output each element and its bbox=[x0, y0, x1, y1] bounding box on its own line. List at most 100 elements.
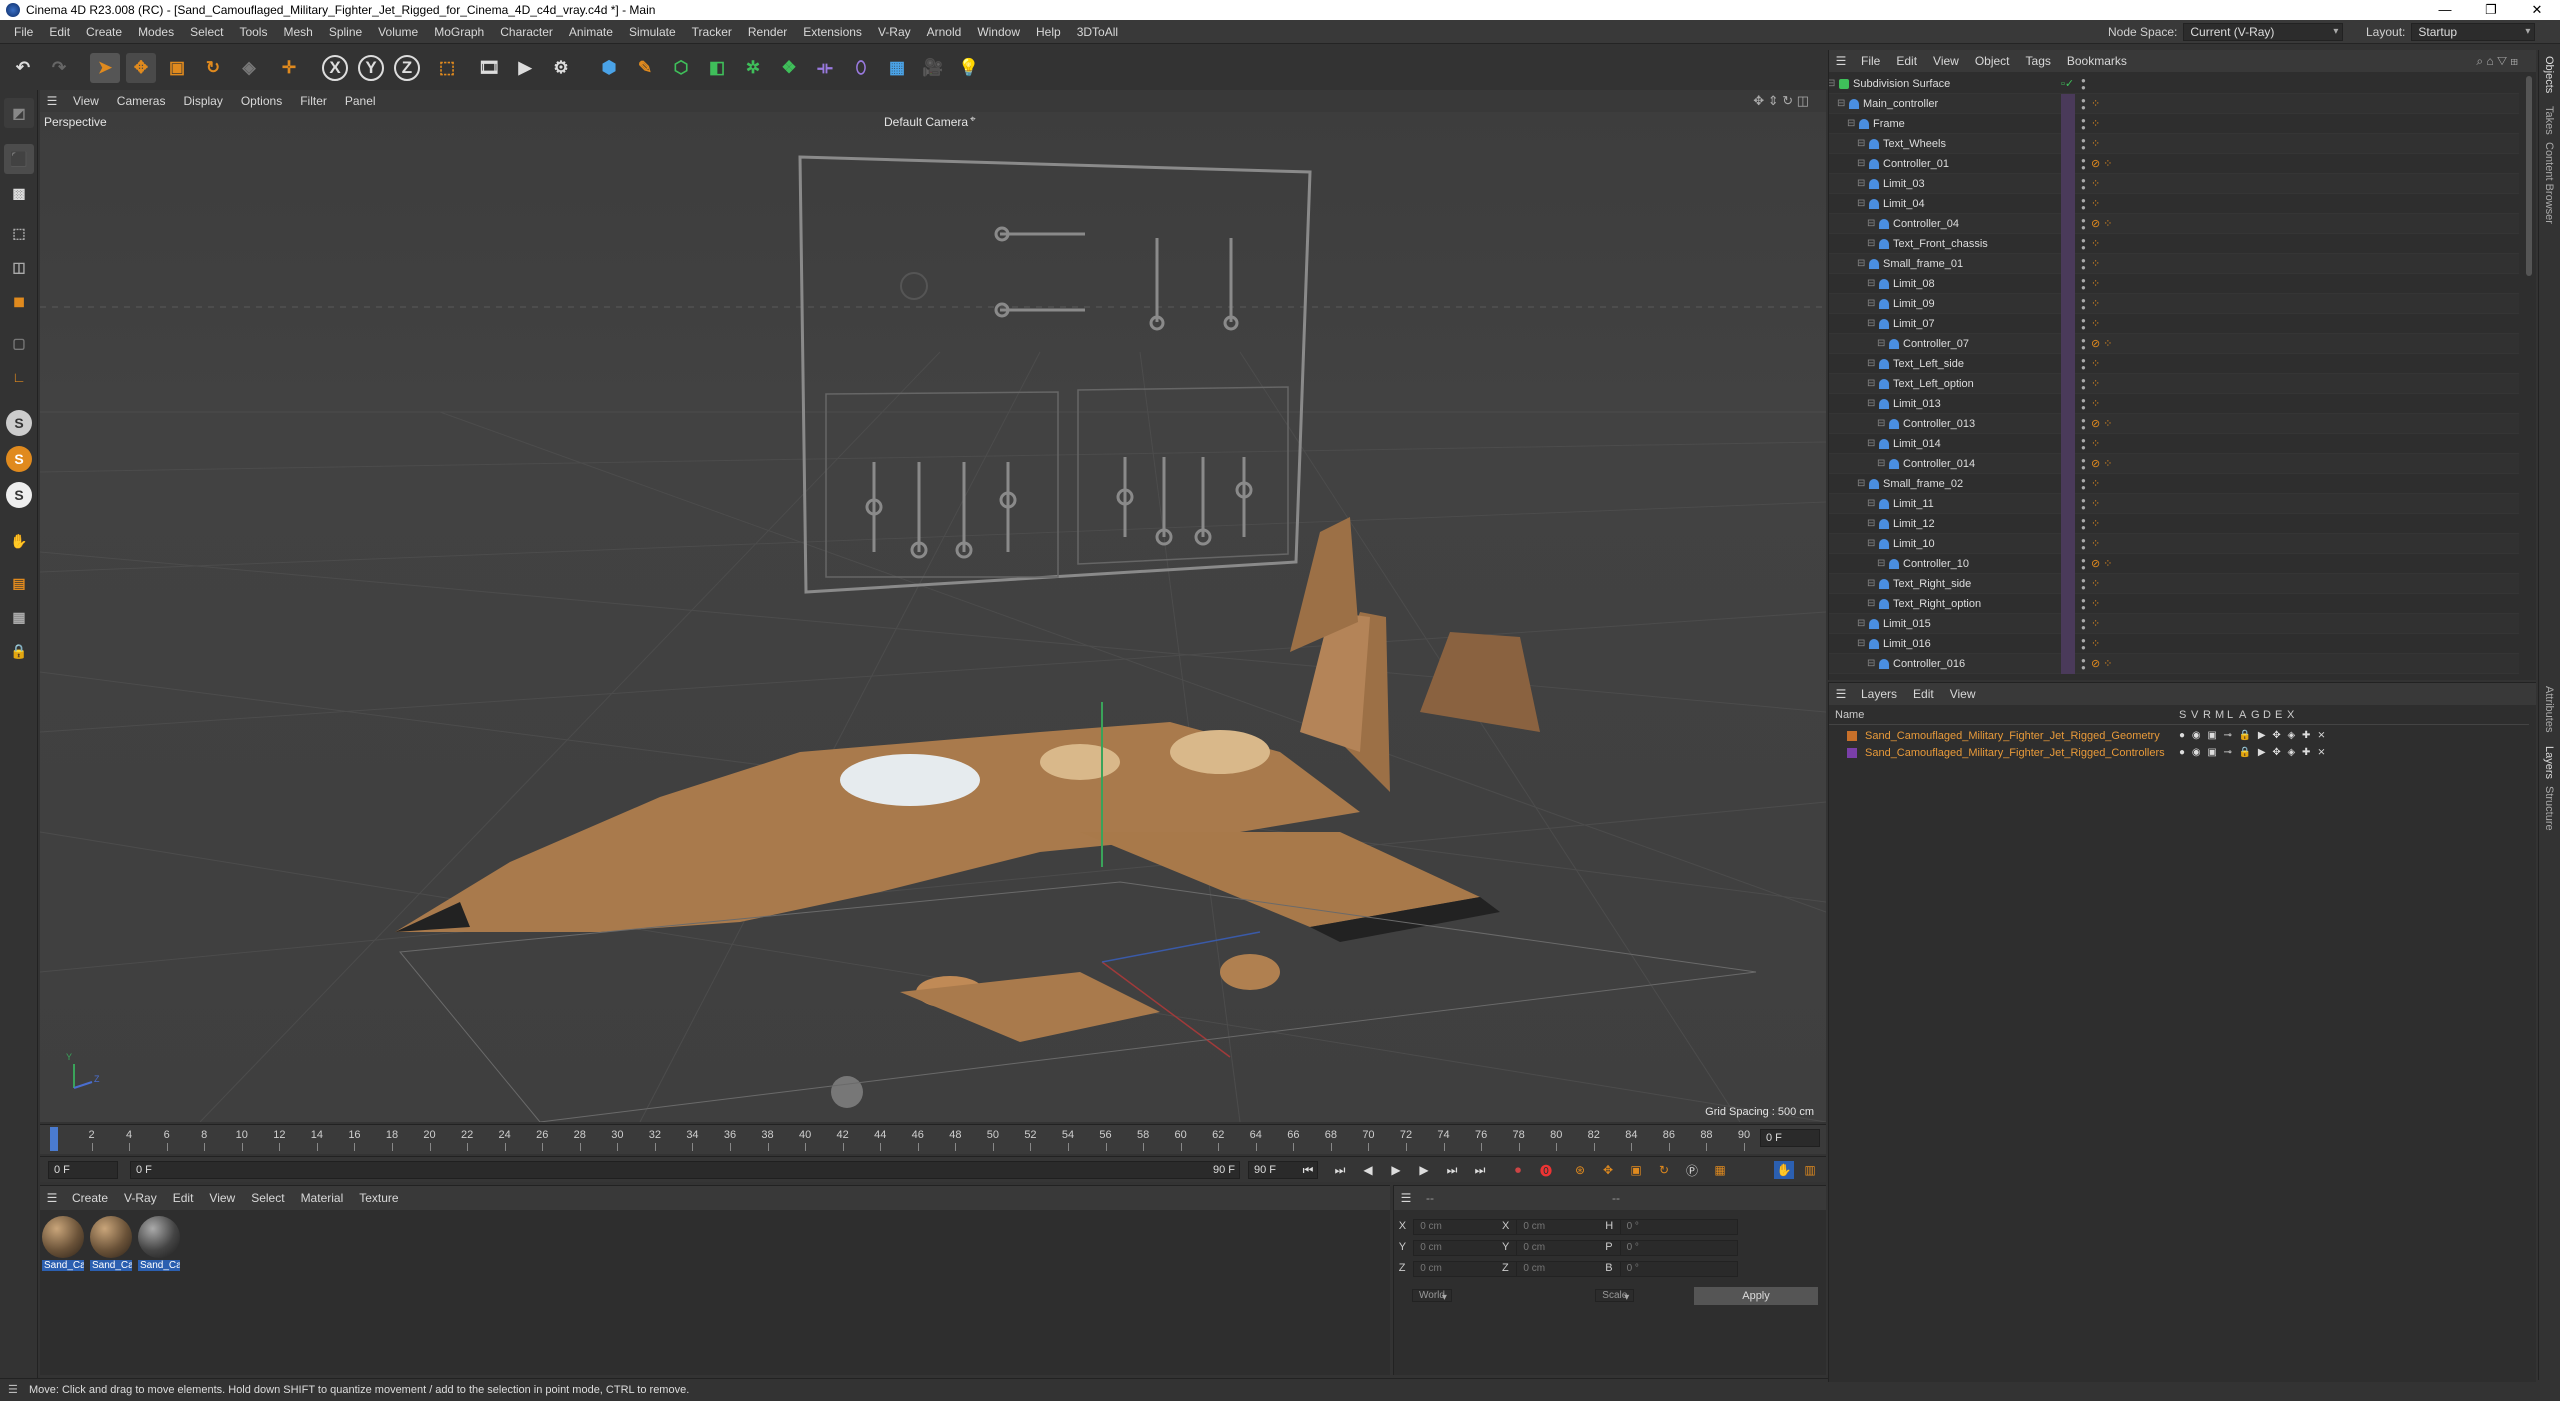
layer-header-col[interactable]: R bbox=[2203, 709, 2211, 721]
menu-v-ray[interactable]: V-Ray bbox=[870, 25, 919, 39]
layer-color-swatch[interactable] bbox=[2061, 154, 2075, 174]
object-name[interactable]: Text_Left_option bbox=[1893, 374, 1974, 394]
position-key-icon[interactable]: ✥ bbox=[1598, 1161, 1618, 1179]
object-row[interactable]: ⊟ Text_Right_option ● ● ⁘ bbox=[1829, 594, 2519, 614]
deformer-icon[interactable]: ⟛ bbox=[810, 53, 840, 83]
layer-name[interactable]: Sand_Camouflaged_Military_Fighter_Jet_Ri… bbox=[1865, 744, 2165, 762]
layer-color-swatch[interactable] bbox=[2061, 414, 2075, 434]
mat-menu-select[interactable]: Select bbox=[243, 1191, 292, 1205]
layer-color-swatch[interactable] bbox=[2061, 294, 2075, 314]
expand-toggle-icon[interactable]: ⊟ bbox=[1877, 334, 1885, 354]
layer-color-swatch[interactable] bbox=[2061, 314, 2075, 334]
layer-header-col[interactable]: A bbox=[2239, 709, 2246, 721]
timeline-settings-icon[interactable]: ▥ bbox=[1800, 1161, 1820, 1179]
snap-icon[interactable]: S bbox=[6, 410, 32, 436]
play-icon[interactable]: ▶ bbox=[1386, 1161, 1406, 1179]
layer-header-col[interactable]: S bbox=[2179, 709, 2186, 721]
expand-toggle-icon[interactable]: ⊟ bbox=[1857, 174, 1865, 194]
menu-select[interactable]: Select bbox=[182, 25, 231, 39]
visibility-dots-icon[interactable]: ● ● bbox=[2081, 657, 2086, 672]
object-name[interactable]: Text_Wheels bbox=[1883, 134, 1946, 154]
floor-icon[interactable]: ▦ bbox=[882, 53, 912, 83]
obj-search-icons[interactable]: ⌕ ⌂ ▽ ⊞ bbox=[2468, 54, 2526, 69]
ik-tag-icon[interactable]: ⁘ bbox=[2091, 174, 2100, 194]
next-key-icon[interactable]: ⏭ bbox=[1442, 1161, 1462, 1179]
menu-render[interactable]: Render bbox=[740, 25, 795, 39]
material-swatch[interactable]: Sand_Ca bbox=[42, 1216, 86, 1272]
expand-toggle-icon[interactable]: ⊟ bbox=[1877, 454, 1885, 474]
parameter-key-icon[interactable]: Ⓟ bbox=[1682, 1161, 1702, 1179]
keyframe-selection-icon[interactable]: ⊛ bbox=[1570, 1161, 1590, 1179]
layout-dropdown[interactable]: Startup bbox=[2411, 23, 2536, 41]
ik-tag-icon[interactable]: ⁘ bbox=[2091, 494, 2100, 514]
close-button[interactable]: ✕ bbox=[2514, 0, 2560, 20]
layer-color-swatch[interactable] bbox=[2061, 474, 2075, 494]
object-name[interactable]: Limit_013 bbox=[1893, 394, 1941, 414]
texture-mode-icon[interactable]: ▩ bbox=[4, 178, 34, 208]
visibility-dots-icon[interactable]: ● ● bbox=[2081, 357, 2086, 372]
object-name[interactable]: Limit_12 bbox=[1893, 514, 1935, 534]
tab-content-browser[interactable]: Content Browser bbox=[2543, 142, 2555, 224]
visibility-dots-icon[interactable]: ● ● bbox=[2081, 617, 2086, 632]
visibility-dots-icon[interactable]: ● ● bbox=[2081, 117, 2086, 132]
object-name[interactable]: Main_controller bbox=[1863, 94, 1938, 114]
object-name[interactable]: Text_Right_option bbox=[1893, 594, 1981, 614]
visibility-dots-icon[interactable]: ● ● bbox=[2081, 537, 2086, 552]
expand-toggle-icon[interactable]: ⊟ bbox=[1867, 654, 1875, 674]
layer-color-swatch[interactable] bbox=[1847, 731, 1857, 741]
layer-color-swatch[interactable] bbox=[2061, 114, 2075, 134]
layer-color-swatch[interactable] bbox=[2061, 134, 2075, 154]
vp-menu-filter[interactable]: Filter bbox=[291, 94, 336, 108]
layer-header-col[interactable]: E bbox=[2275, 709, 2282, 721]
visibility-dots-icon[interactable]: ● ● bbox=[2081, 497, 2086, 512]
object-row[interactable]: ⊟ Limit_014 ● ● ⁘ bbox=[1829, 434, 2519, 454]
ik-tag-icon[interactable]: ⁘ bbox=[2091, 394, 2100, 414]
viewport-hamburger-icon[interactable]: ☰ bbox=[40, 94, 64, 108]
coord-value-field[interactable]: 0 cm bbox=[1413, 1219, 1532, 1235]
ik-tag-icon[interactable]: ⁘ bbox=[2091, 354, 2100, 374]
ik-tag-icon[interactable]: ⁘ bbox=[2091, 94, 2100, 114]
object-row[interactable]: ⊟ Limit_03 ● ● ⁘ bbox=[1829, 174, 2519, 194]
render-settings-icon[interactable]: ⚙ bbox=[546, 53, 576, 83]
visibility-dots-icon[interactable]: ● ● bbox=[2081, 577, 2086, 592]
object-row[interactable]: ⊟ Controller_01 ● ● ⊘ ⁘ bbox=[1829, 154, 2519, 174]
visibility-dots-icon[interactable]: ● ● bbox=[2081, 457, 2086, 472]
playhead[interactable] bbox=[50, 1127, 58, 1151]
layer-color-swatch[interactable] bbox=[2061, 514, 2075, 534]
menu-tools[interactable]: Tools bbox=[231, 25, 275, 39]
vp-menu-cameras[interactable]: Cameras bbox=[108, 94, 175, 108]
object-row[interactable]: ⊟ Controller_016 ● ● ⊘ ⁘ bbox=[1829, 654, 2519, 674]
layer-menu-view[interactable]: View bbox=[1942, 687, 1984, 701]
mat-menu-create[interactable]: Create bbox=[64, 1191, 116, 1205]
object-row[interactable]: ⊟ Small_frame_02 ● ● ⁘ bbox=[1829, 474, 2519, 494]
menu-tracker[interactable]: Tracker bbox=[684, 25, 740, 39]
expand-toggle-icon[interactable]: ⊟ bbox=[1867, 494, 1875, 514]
visibility-dots-icon[interactable]: ● ● bbox=[2081, 237, 2086, 252]
camera-icon[interactable]: 🎥 bbox=[918, 53, 948, 83]
ik-tag-icon[interactable]: ⁘ bbox=[2091, 514, 2100, 534]
ik-tag-icon[interactable]: ⁘ bbox=[2091, 234, 2100, 254]
tab-attributes[interactable]: Attributes bbox=[2543, 686, 2555, 732]
ik-tag-icon[interactable]: ⁘ bbox=[2091, 294, 2100, 314]
current-frame-field[interactable]: 0 F bbox=[1760, 1129, 1820, 1147]
preview-range-slider[interactable]: 0 F 90 F bbox=[130, 1161, 1240, 1179]
expand-toggle-icon[interactable]: ⊟ bbox=[1857, 254, 1865, 274]
rotation-key-icon[interactable]: ↻ bbox=[1654, 1161, 1674, 1179]
create-object-icon[interactable]: ✛ bbox=[274, 53, 304, 83]
layer-header-col[interactable]: D bbox=[2263, 709, 2271, 721]
coord-value-field[interactable]: 0 ° bbox=[1619, 1219, 1738, 1235]
enabled-check-icon[interactable]: ▫✓ bbox=[2061, 74, 2074, 94]
visibility-dots-icon[interactable]: ● ● bbox=[2081, 377, 2086, 392]
obj-menu-edit[interactable]: Edit bbox=[1888, 54, 1925, 68]
expand-toggle-icon[interactable]: ⊟ bbox=[1837, 94, 1845, 114]
object-row[interactable]: ⊟ Limit_10 ● ● ⁘ bbox=[1829, 534, 2519, 554]
object-row[interactable]: ⊟ Limit_015 ● ● ⁘ bbox=[1829, 614, 2519, 634]
visibility-dots-icon[interactable]: ● ● bbox=[2081, 637, 2086, 652]
minimize-button[interactable]: — bbox=[2422, 0, 2468, 20]
tab-structure[interactable]: Structure bbox=[2543, 786, 2555, 831]
visibility-dots-icon[interactable]: ● ● bbox=[2081, 317, 2086, 332]
polygons-mode-icon[interactable]: ◼ bbox=[4, 286, 34, 316]
menu-modes[interactable]: Modes bbox=[130, 25, 182, 39]
mat-menu-vray[interactable]: V-Ray bbox=[116, 1191, 165, 1205]
grid-icon[interactable]: ▤ bbox=[4, 568, 34, 598]
